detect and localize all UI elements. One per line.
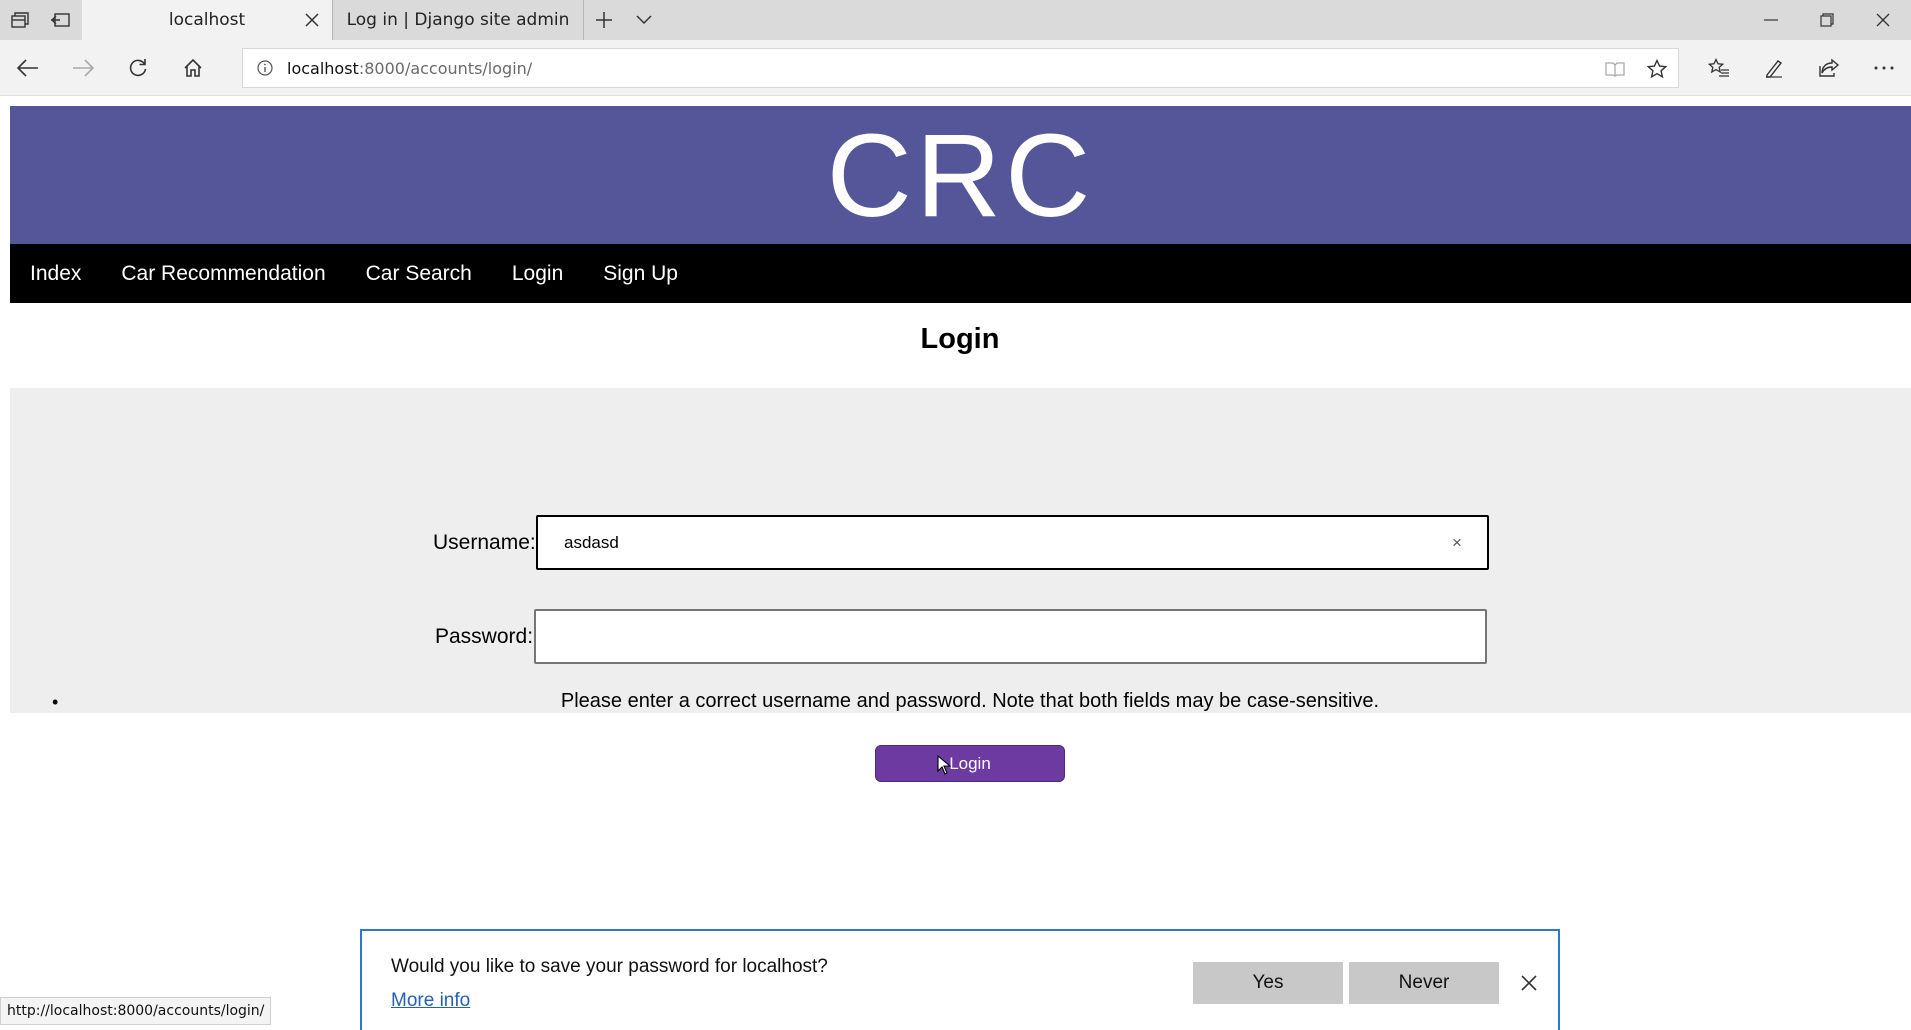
- nav-link-car-recommendation[interactable]: Car Recommendation: [101, 244, 345, 303]
- tab-localhost[interactable]: localhost: [82, 0, 332, 40]
- tab-label: Log in | Django site admin: [346, 10, 570, 30]
- minimize-icon[interactable]: [1743, 0, 1799, 40]
- clear-input-icon[interactable]: ×: [1427, 533, 1487, 553]
- back-icon[interactable]: [0, 40, 55, 96]
- url-host: localhost: [287, 58, 359, 78]
- address-bar[interactable]: localhost:8000/accounts/login/: [242, 48, 1679, 88]
- favorite-star-icon[interactable]: [1636, 49, 1678, 89]
- tab-list-chevron-icon[interactable]: [624, 0, 664, 40]
- save-password-question: Would you like to save your password for…: [391, 956, 828, 977]
- site-header: CRC: [10, 106, 1911, 244]
- browser-tab-bar: localhost Log in | Django site admin: [0, 0, 1911, 40]
- username-field[interactable]: asdasd ×: [536, 515, 1489, 570]
- login-button[interactable]: Login: [875, 745, 1065, 782]
- mouse-cursor-icon: [937, 754, 952, 780]
- web-note-icon[interactable]: [1746, 40, 1801, 96]
- nav-link-car-search[interactable]: Car Search: [346, 244, 492, 303]
- error-message: Please enter a correct username and pass…: [560, 690, 1380, 712]
- new-tab-icon[interactable]: [584, 0, 624, 40]
- login-form: Username: asdasd × Password: • Please en…: [10, 388, 1911, 782]
- yes-button[interactable]: Yes: [1193, 962, 1343, 1004]
- web-page: CRC Index Car Recommendation Car Search …: [0, 97, 1911, 1030]
- site-nav: Index Car Recommendation Car Search Logi…: [10, 244, 1911, 303]
- tab-manager-icon[interactable]: [0, 0, 40, 40]
- more-icon[interactable]: [1856, 40, 1911, 96]
- browser-nav-bar: localhost:8000/accounts/login/: [0, 40, 1911, 96]
- set-aside-tabs-icon[interactable]: [40, 0, 80, 40]
- reading-view-icon[interactable]: [1594, 49, 1636, 89]
- nav-link-login[interactable]: Login: [492, 244, 583, 303]
- window-close-icon[interactable]: [1855, 0, 1911, 40]
- page-title: Login: [920, 323, 1000, 355]
- password-field[interactable]: [534, 609, 1487, 664]
- share-icon[interactable]: [1801, 40, 1856, 96]
- username-value: asdasd: [564, 532, 619, 552]
- close-icon[interactable]: [1517, 971, 1541, 995]
- tab-django-admin[interactable]: Log in | Django site admin: [333, 0, 583, 40]
- restore-icon[interactable]: [1799, 0, 1855, 40]
- username-label: Username:: [433, 531, 536, 554]
- nav-link-index[interactable]: Index: [10, 244, 101, 303]
- refresh-icon[interactable]: [110, 40, 165, 96]
- nav-link-sign-up[interactable]: Sign Up: [583, 244, 698, 303]
- home-icon[interactable]: [165, 40, 220, 96]
- forward-icon[interactable]: [55, 40, 110, 96]
- status-url-tooltip: http://localhost:8000/accounts/login/: [0, 997, 272, 1025]
- site-title: CRC: [826, 110, 1095, 242]
- never-button[interactable]: Never: [1349, 962, 1499, 1004]
- close-icon[interactable]: [302, 10, 322, 30]
- url-path: :8000/accounts/login/: [358, 58, 533, 78]
- password-label: Password:: [435, 625, 534, 648]
- site-info-icon[interactable]: [243, 60, 287, 76]
- more-info-link[interactable]: More info: [391, 990, 470, 1012]
- favorites-hub-icon[interactable]: [1691, 40, 1746, 96]
- tab-label: localhost: [168, 10, 246, 30]
- save-password-dialog: Would you like to save your password for…: [360, 929, 1560, 1030]
